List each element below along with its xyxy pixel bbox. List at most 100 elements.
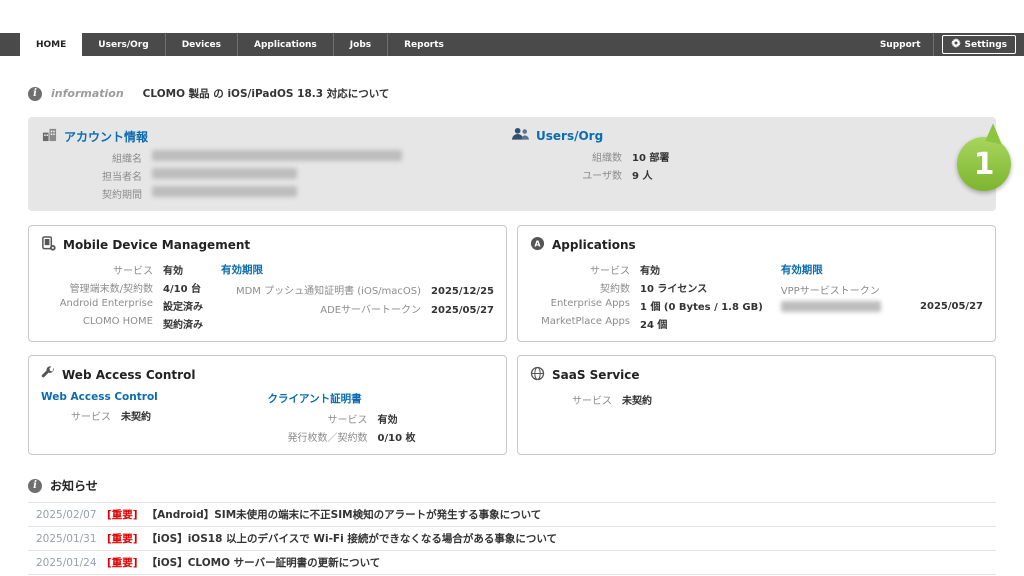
device-icon [41,236,56,254]
mdm-ade-token-date: 2025/05/27 [431,305,494,316]
users-org-title[interactable]: Users/Org [512,127,982,144]
mdm-devices-value: 4/10 台 [163,280,203,295]
announcement-row[interactable]: 2025/01/31 [重要] 【iOS】iOS18 以上のデバイスで Wi-F… [28,527,996,551]
info-icon: i [28,87,42,101]
applications-title-text: Applications [552,238,636,252]
saas-rows: サービス 未契約 [556,392,983,407]
field-label: 管理端末数/契約数 [41,280,153,295]
cert-issued-value: 0/10 枚 [378,429,495,444]
building-icon [42,127,57,145]
wac-card-title: Web Access Control [41,366,494,383]
announcement-row[interactable]: 2025/02/07 [重要] 【Android】SIM未使用の端末に不正SIM… [28,503,996,527]
applications-rows: サービス 有効 契約数 10 ライセンス Enterprise Apps 1 個… [530,262,763,331]
settings-button[interactable]: Settings [942,35,1016,54]
nav-tabs: HOME Users/Org Devices Applications Jobs… [20,33,460,56]
announcement-date: 2025/01/31 [36,533,98,545]
field-label: 発行枚数／契約数 [268,429,368,444]
account-info-rows: 組織名 担当者名 契約期間 [82,150,512,201]
users-org-section: Users/Org 組織数 10 部署 ユーザ数 9 人 [512,127,982,201]
wac-service-value: 未契約 [121,408,268,423]
apps-expiry-title: 有効期限 [781,262,983,277]
mdm-rows: サービス 有効 管理端末数/契約数 4/10 台 Android Enterpr… [41,262,203,331]
information-text[interactable]: CLOMO 製品 の iOS/iPadOS 18.3 対応について [143,86,390,101]
announcement-title: 【iOS】CLOMO サーバー証明書の更新について [147,555,381,570]
nav-right: Support Settings [868,33,1016,56]
apps-expiry-section: 有効期限 VPPサービストークン 2025/05/27 [781,262,983,331]
mdm-expiry-title: 有効期限 [221,262,494,277]
field-label: ADEサーバートークン [221,301,421,316]
field-label: MarketPlace Apps [530,316,630,331]
mdm-card: Mobile Device Management サービス 有効 管理端末数/契… [28,225,507,342]
tab-devices[interactable]: Devices [165,33,237,56]
cards-row-2: Web Access Control Web Access Control サー… [28,355,996,455]
step-1-callout: 1 [957,137,1011,191]
field-label: サービス [268,411,368,426]
clomo-home-dashboard: HOME Users/Org Devices Applications Jobs… [0,33,1024,576]
field-label: 組織名 [82,150,142,165]
mdm-expiry-section: 有効期限 MDM プッシュ通知証明書 (iOS/macOS) 2025/12/2… [221,262,494,331]
main-content: i information CLOMO 製品 の iOS/iPadOS 18.3… [0,56,1024,576]
mdm-service-value: 有効 [163,262,203,277]
announcement-date: 2025/01/24 [36,557,98,569]
wac-right-column: クライアント証明書 サービス 有効 発行枚数／契約数 0/10 枚 [268,391,495,444]
vpp-token-date: 2025/05/27 [920,301,983,312]
users-icon [512,127,529,144]
applications-card: A Applications サービス 有効 契約数 10 ライセンス Ente… [517,225,996,342]
apps-marketplace-value: 24 個 [640,316,763,331]
expiry-row: ADEサーバートークン 2025/05/27 [221,301,494,316]
top-navbar: HOME Users/Org Devices Applications Jobs… [0,33,1024,56]
saas-service-value: 未契約 [622,392,983,407]
tab-applications[interactable]: Applications [237,33,333,56]
important-badge: [重要] [107,555,138,570]
announcement-title: 【Android】SIM未使用の端末に不正SIM検知のアラートが発生する事象につ… [147,507,542,522]
important-badge: [重要] [107,531,138,546]
account-info-title[interactable]: アカウント情報 [42,127,512,145]
applications-card-title: A Applications [530,236,983,254]
redacted-contact-name [152,168,512,183]
field-label: 契約数 [530,280,630,295]
apps-license-value: 10 ライセンス [640,280,763,295]
wac-left-link[interactable]: Web Access Control [41,391,268,403]
information-bar: i information CLOMO 製品 の iOS/iPadOS 18.3… [28,86,996,101]
client-cert-rows: サービス 有効 発行枚数／契約数 0/10 枚 [268,411,495,444]
field-label: Android Enterprise [41,298,153,313]
client-cert-link[interactable]: クライアント証明書 [268,391,495,406]
redacted-contract-period [152,186,512,201]
field-label: 担当者名 [82,168,142,183]
web-access-control-card: Web Access Control Web Access Control サー… [28,355,507,455]
globe-icon [530,366,545,384]
announcement-date: 2025/02/07 [36,509,98,521]
tab-jobs[interactable]: Jobs [333,33,387,56]
tab-home[interactable]: HOME [20,33,82,56]
support-link[interactable]: Support [868,33,934,56]
wac-title-text: Web Access Control [62,368,195,382]
announcement-row[interactable]: 2025/01/24 [重要] 【iOS】CLOMO サーバー証明書の更新につい… [28,551,996,575]
wac-left-column: Web Access Control サービス 未契約 [41,391,268,444]
tab-reports[interactable]: Reports [387,33,460,56]
field-label: 契約期間 [82,186,142,201]
field-label: Enterprise Apps [530,298,630,313]
apps-enterprise-value: 1 個 (0 Bytes / 1.8 GB) [640,298,763,313]
field-label: サービス [556,392,612,407]
field-label: ユーザ数 [562,167,622,182]
saas-service-card: SaaS Service サービス 未契約 [517,355,996,455]
org-count-value: 10 部署 [632,149,982,164]
wac-left-rows: サービス 未契約 [55,408,268,423]
information-label: information [51,87,124,100]
field-label: CLOMO HOME [41,316,153,331]
important-badge: [重要] [107,507,138,522]
redacted-vpp-token [781,301,881,312]
tab-users-org[interactable]: Users/Org [82,33,164,56]
gear-icon [951,38,961,51]
settings-label: Settings [965,40,1007,50]
mdm-push-cert-date: 2025/12/25 [431,286,494,297]
announcements-header: i お知らせ [28,477,996,494]
field-label: サービス [530,262,630,277]
svg-text:A: A [534,240,541,249]
field-label: MDM プッシュ通知証明書 (iOS/macOS) [221,282,421,297]
field-label: サービス [41,262,153,277]
users-org-rows: 組織数 10 部署 ユーザ数 9 人 [562,149,982,182]
announcements-list: 2025/02/07 [重要] 【Android】SIM未使用の端末に不正SIM… [28,502,996,576]
saas-card-title: SaaS Service [530,366,983,384]
vpp-token-row: 2025/05/27 [781,301,983,312]
